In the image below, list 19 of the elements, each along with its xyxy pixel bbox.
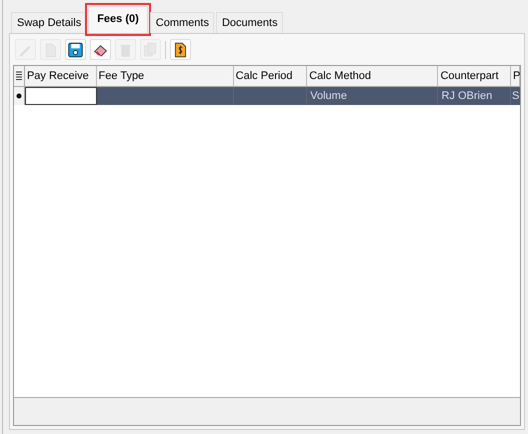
table-cell: Volume	[307, 87, 438, 105]
table-cell: S	[511, 87, 520, 105]
tab[interactable]: Fees (0)	[88, 6, 148, 33]
column-header[interactable]: Calc Method	[307, 66, 438, 86]
eraser-button[interactable]	[90, 39, 111, 60]
dollar-document-icon	[172, 40, 189, 58]
column-header[interactable]: Counterpart	[438, 66, 511, 86]
tab[interactable]: Comments	[150, 12, 214, 33]
column-header[interactable]: P	[511, 66, 520, 86]
save-icon	[67, 40, 84, 58]
save-button[interactable]	[65, 39, 86, 60]
copy-icon	[142, 40, 159, 58]
table-cell: RJ OBrien	[438, 87, 512, 105]
tab[interactable]: Swap Details	[11, 12, 86, 33]
column-header[interactable]: Calc Period	[234, 66, 308, 86]
dollar-document-button[interactable]	[170, 39, 191, 60]
column-header[interactable]: Fee Type	[96, 66, 234, 86]
tab[interactable]: Documents	[216, 12, 283, 33]
column-header[interactable]: Pay Receive	[24, 66, 97, 86]
